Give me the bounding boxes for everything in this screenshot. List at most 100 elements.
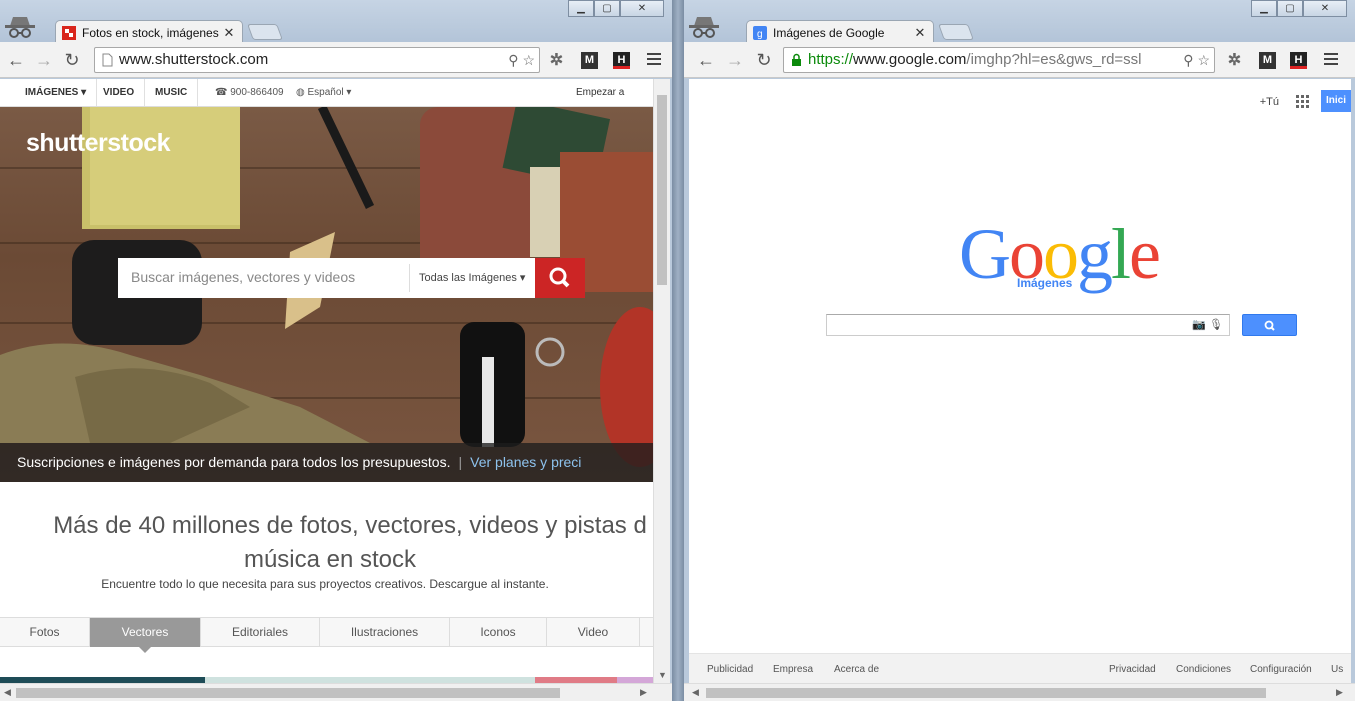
back-icon[interactable]: ← <box>696 50 716 70</box>
tab-fotos[interactable]: Fotos <box>0 618 90 647</box>
footer-link[interactable]: Acerca de <box>834 664 879 675</box>
page-viewport: +Tú Inici Google Imágenes 📷 🎙 Publicidad… <box>689 79 1351 683</box>
extension-h-icon[interactable]: H <box>613 52 630 69</box>
footer-link[interactable]: Empresa <box>773 664 813 675</box>
url-scheme: https:// <box>808 51 854 68</box>
nav-video[interactable]: VIDEO <box>93 79 146 106</box>
tab-ilustraciones[interactable]: Ilustraciones <box>320 618 450 647</box>
tab-close-icon[interactable]: ✕ <box>222 25 236 41</box>
omnibox-icons: ⚲ ☆ <box>1183 48 1210 72</box>
headline-line-2: música en stock <box>243 546 417 573</box>
extension-m-icon[interactable]: M <box>1259 52 1276 69</box>
apps-grid-icon[interactable] <box>1296 95 1309 108</box>
footer-link[interactable]: Condiciones <box>1176 664 1231 675</box>
back-icon[interactable]: ← <box>6 50 26 70</box>
tab-vectores[interactable]: Vectores <box>90 618 201 653</box>
incognito-icon <box>5 17 35 38</box>
forward-icon[interactable]: → <box>725 50 745 70</box>
minimize-button[interactable]: ▁ <box>1251 0 1277 17</box>
nav-images[interactable]: IMÁGENES ▾ <box>15 79 98 106</box>
menu-icon[interactable] <box>647 53 661 67</box>
extension-m-icon[interactable]: M <box>581 52 598 69</box>
scrollbar-thumb[interactable] <box>16 688 560 698</box>
extension-gear-icon[interactable]: ✲ <box>548 52 565 69</box>
signin-button[interactable]: Inici <box>1321 90 1351 112</box>
maximize-button[interactable]: ▢ <box>594 0 620 17</box>
forward-icon[interactable]: → <box>34 50 54 70</box>
tab-title: Fotos en stock, imágenes <box>82 25 219 40</box>
search-icon <box>549 267 570 288</box>
banner-separator: | <box>458 454 463 470</box>
nav-phone[interactable]: ☎ 900-866409 <box>205 79 294 106</box>
scroll-down-icon[interactable]: ▼ <box>658 670 667 680</box>
shutterstock-logo[interactable]: shutterstock <box>26 129 171 158</box>
search-icon <box>1264 320 1275 331</box>
page-subtitle: Encuentre todo lo que necesita para sus … <box>101 577 549 591</box>
globe-icon: ◍ <box>296 87 308 98</box>
tab-editoriales[interactable]: Editoriales <box>201 618 320 647</box>
headline-line-1: Más de 40 millones de fotos, vectores, v… <box>53 512 647 539</box>
extension-gear-icon[interactable]: ✲ <box>1226 52 1243 69</box>
scrollbar-thumb[interactable] <box>657 95 667 285</box>
title-bar: g Imágenes de Google ✕ ▁ ▢ ✕ <box>684 0 1355 44</box>
url-text: www.shutterstock.com <box>119 51 269 68</box>
maximize-button[interactable]: ▢ <box>1277 0 1303 17</box>
reload-icon[interactable]: ↻ <box>754 50 774 70</box>
footer-link[interactable]: Configuración <box>1250 664 1312 675</box>
tab-close-icon[interactable]: ✕ <box>913 25 927 41</box>
logo-subtitle: Imágenes <box>1017 276 1073 290</box>
tab-google-images[interactable]: g Imágenes de Google ✕ <box>746 20 934 44</box>
vertical-scrollbar[interactable]: ▼ <box>653 79 670 683</box>
banner-text: Suscripciones e imágenes por demanda par… <box>17 454 451 470</box>
incognito-icon <box>689 17 719 38</box>
google-images-logo[interactable]: Google Imágenes <box>959 214 1161 294</box>
search-button[interactable] <box>1242 314 1297 336</box>
scrollbar-thumb[interactable] <box>706 688 1266 698</box>
camera-icon[interactable]: 📷 <box>1192 319 1206 331</box>
horizontal-scrollbar[interactable]: ◀ ▶ <box>0 683 672 701</box>
minimize-button[interactable]: ▁ <box>568 0 594 17</box>
plus-you-link[interactable]: +Tú <box>1260 96 1279 108</box>
new-tab-button[interactable] <box>247 24 283 40</box>
search-input[interactable]: Buscar imágenes, vectores y videos <box>131 269 355 285</box>
zoom-icon[interactable]: ⚲ <box>1183 52 1193 68</box>
search-button[interactable] <box>535 258 585 298</box>
extension-h-icon[interactable]: H <box>1290 52 1307 69</box>
nav-language[interactable]: ◍ Español ▾ <box>286 79 361 106</box>
phone-icon: ☎ <box>215 87 231 98</box>
address-bar[interactable]: www.shutterstock.com ⚲ ☆ <box>94 47 540 73</box>
reload-icon[interactable]: ↻ <box>62 50 82 70</box>
horizontal-scrollbar[interactable]: ◀ ▶ <box>684 683 1355 701</box>
logo-letter: g <box>1077 214 1113 294</box>
browser-window-right: g Imágenes de Google ✕ ▁ ▢ ✕ ← → ↻ https… <box>684 0 1355 701</box>
footer-link[interactable]: Privacidad <box>1109 664 1156 675</box>
new-tab-button[interactable] <box>938 24 974 40</box>
nav-music[interactable]: MUSIC <box>145 79 199 106</box>
microphone-icon[interactable]: 🎙 <box>1209 319 1223 331</box>
scroll-right-icon[interactable]: ▶ <box>1336 687 1343 698</box>
lock-icon <box>792 53 801 66</box>
scroll-left-icon[interactable]: ◀ <box>4 687 11 698</box>
address-bar[interactable]: https://www.google.com/imghp?hl=es&gws_r… <box>783 47 1215 73</box>
scroll-right-icon[interactable]: ▶ <box>640 687 647 698</box>
footer-link[interactable]: Publicidad <box>707 664 753 675</box>
close-window-button[interactable]: ✕ <box>620 0 664 17</box>
close-window-button[interactable]: ✕ <box>1303 0 1347 17</box>
bookmark-star-icon[interactable]: ☆ <box>1197 52 1210 68</box>
menu-icon[interactable] <box>1324 53 1338 67</box>
scroll-left-icon[interactable]: ◀ <box>692 687 699 698</box>
browser-window-left: Fotos en stock, imágenes ✕ ▁ ▢ ✕ ← → ↻ w… <box>0 0 672 701</box>
zoom-icon[interactable]: ⚲ <box>508 52 518 68</box>
see-plans-link[interactable]: Ver planes y preci <box>470 454 581 470</box>
search-input[interactable]: 📷 🎙 <box>826 314 1230 336</box>
logo-letter: l <box>1111 214 1131 294</box>
footer-link[interactable]: Us <box>1331 664 1343 675</box>
browser-toolbar: ← → ↻ https://www.google.com/imghp?hl=es… <box>684 42 1355 78</box>
category-select[interactable]: Todas las Imágenes ▾ <box>409 264 525 292</box>
bookmark-star-icon[interactable]: ☆ <box>522 52 535 68</box>
tab-video[interactable]: Video <box>547 618 640 647</box>
nav-get-started[interactable]: Empezar a descar <box>566 79 653 125</box>
image-search-bar: Buscar imágenes, vectores y videos Todas… <box>118 258 585 298</box>
tab-shutterstock[interactable]: Fotos en stock, imágenes ✕ <box>55 20 243 44</box>
tab-iconos[interactable]: Iconos <box>450 618 547 647</box>
